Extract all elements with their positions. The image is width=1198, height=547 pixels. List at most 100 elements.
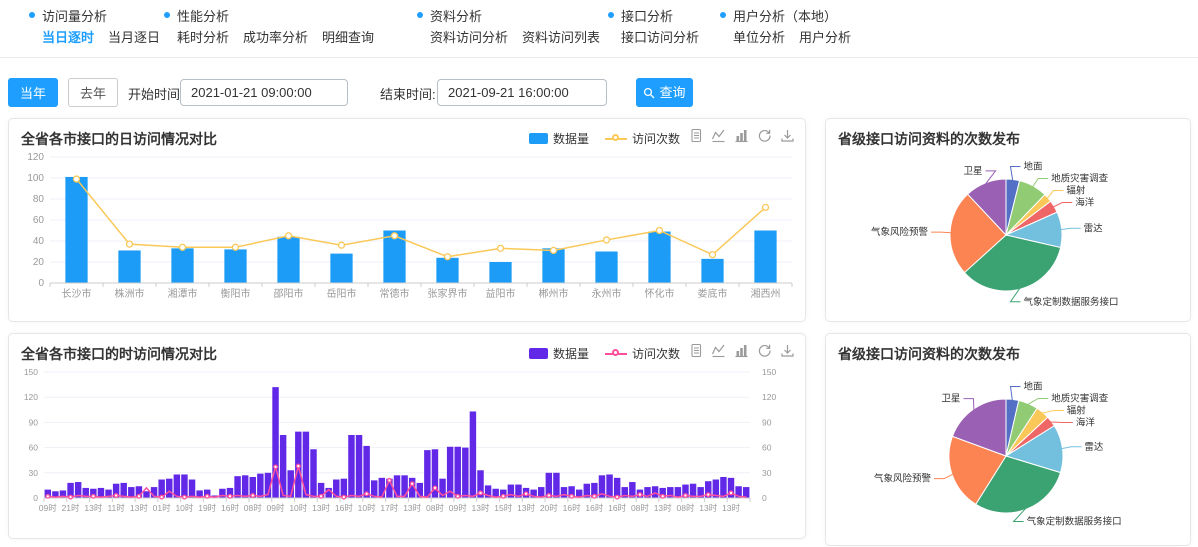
bullet-icon: [608, 12, 614, 18]
svg-text:40: 40: [33, 236, 45, 247]
svg-text:09时: 09时: [39, 503, 57, 513]
nav-group-data: 资料分析 资料访问分析 资料访问列表: [417, 6, 600, 46]
nav-item-daily-month[interactable]: 当月逐日: [108, 27, 160, 46]
nav-group-users: 用户分析（本地） 单位分析 用户分析: [720, 6, 851, 46]
svg-text:09时: 09时: [449, 503, 467, 513]
province-access-pie-chart[interactable]: 地面地质灾害调查辐射海洋雷达气象定制数据服务接口气象风险预警卫星: [826, 147, 1192, 319]
nav-item-interface-access-analysis[interactable]: 接口访问分析: [621, 27, 699, 46]
svg-text:长沙市: 长沙市: [62, 287, 92, 300]
data-view-icon[interactable]: [689, 343, 703, 358]
bar-chart-type-icon[interactable]: [734, 343, 749, 358]
svg-text:娄底市: 娄底市: [698, 287, 728, 300]
daily-chart-panel: 全省各市接口的日访问情况对比 数据量 访问次数 020406080100120长…: [8, 118, 806, 322]
refresh-icon[interactable]: [757, 343, 772, 358]
nav-item-data-access-analysis[interactable]: 资料访问分析: [430, 27, 508, 46]
hourly-bar-line-chart[interactable]: 0030306060909012012015015009时21时13时11时13…: [14, 366, 802, 536]
svg-text:13时: 13时: [654, 503, 672, 513]
svg-text:气象风险预警: 气象风险预警: [871, 226, 929, 238]
line-chart-type-icon[interactable]: [711, 343, 726, 358]
daily-bar-line-chart[interactable]: 020406080100120长沙市株洲市湘潭市衡阳市邵阳市岳阳市常德市张家界市…: [14, 151, 802, 319]
daily-chart-title: 全省各市接口的日访问情况对比: [21, 129, 217, 149]
nav-group-performance: 性能分析 耗时分析 成功率分析 明细查询: [164, 6, 374, 46]
svg-text:卫星: 卫星: [964, 166, 983, 177]
download-icon[interactable]: [780, 128, 795, 143]
svg-text:08时: 08时: [426, 503, 444, 513]
legend-item-visit-count[interactable]: 访问次数: [605, 130, 680, 147]
svg-text:13时: 13时: [699, 503, 717, 513]
legend-item-data-volume[interactable]: 数据量: [529, 345, 589, 362]
legend-item-data-volume[interactable]: 数据量: [529, 130, 589, 147]
hourly-chart-toolbox: [689, 343, 795, 358]
svg-text:08时: 08时: [631, 503, 649, 513]
end-time-input[interactable]: [437, 79, 607, 106]
nav-item-user-analysis[interactable]: 用户分析: [799, 27, 851, 46]
svg-text:气象定制数据服务接口: 气象定制数据服务接口: [1023, 296, 1118, 308]
this-year-button[interactable]: 当年: [8, 78, 58, 107]
svg-text:30: 30: [762, 468, 772, 478]
svg-text:10时: 10时: [358, 503, 376, 513]
nav-item-hourly-today[interactable]: 当日逐时: [42, 27, 94, 46]
svg-text:150: 150: [24, 367, 38, 377]
last-year-button[interactable]: 去年: [68, 78, 118, 107]
svg-text:21时: 21时: [62, 503, 80, 513]
nav-item-unit-analysis[interactable]: 单位分析: [733, 27, 785, 46]
svg-text:0: 0: [762, 493, 767, 503]
nav-item-success-rate[interactable]: 成功率分析: [243, 27, 308, 46]
svg-text:01时: 01时: [153, 503, 171, 513]
download-icon[interactable]: [780, 343, 795, 358]
line-swatch-icon: [605, 133, 627, 144]
pie-panel-top: 省级接口访问资料的次数发布 地面地质灾害调查辐射海洋雷达气象定制数据服务接口气象…: [825, 118, 1191, 322]
hourly-chart-title: 全省各市接口的时访问情况对比: [21, 344, 217, 364]
bullet-icon: [417, 12, 423, 18]
svg-text:常德市: 常德市: [380, 287, 410, 300]
svg-text:10时: 10时: [289, 503, 307, 513]
pie-top-title: 省级接口访问资料的次数发布: [838, 129, 1020, 149]
svg-text:11时: 11时: [107, 503, 125, 513]
start-time-input[interactable]: [180, 79, 348, 106]
legend-label: 数据量: [553, 130, 589, 147]
nav-item-data-access-list[interactable]: 资料访问列表: [522, 27, 600, 46]
bullet-icon: [164, 12, 170, 18]
svg-text:15时: 15时: [494, 503, 512, 513]
hourly-chart-panel: 全省各市接口的时访问情况对比 数据量 访问次数 0030306060909012…: [8, 333, 806, 539]
svg-text:13时: 13时: [403, 503, 421, 513]
province-access-pie-chart[interactable]: 地面地质灾害调查辐射海洋雷达气象定制数据服务接口气象风险预警卫星: [826, 362, 1192, 543]
svg-text:雷达: 雷达: [1084, 441, 1104, 453]
svg-text:地质灾害调查: 地质灾害调查: [1051, 173, 1109, 185]
line-chart-type-icon[interactable]: [711, 128, 726, 143]
svg-text:13时: 13时: [312, 503, 330, 513]
nav-group-interface: 接口分析 接口访问分析: [608, 6, 699, 46]
legend-item-visit-count[interactable]: 访问次数: [605, 345, 680, 362]
svg-text:16时: 16时: [335, 503, 353, 513]
svg-text:60: 60: [29, 443, 39, 453]
svg-text:90: 90: [762, 417, 772, 427]
nav-item-detail-query[interactable]: 明细查询: [322, 27, 374, 46]
svg-text:海洋: 海洋: [1076, 416, 1096, 428]
svg-text:16时: 16时: [563, 503, 581, 513]
daily-chart-toolbox: [689, 128, 795, 143]
svg-text:邵阳市: 邵阳市: [274, 287, 304, 300]
svg-text:08时: 08时: [244, 503, 262, 513]
nav-group-visits: 访问量分析 当日逐时 当月逐日: [29, 6, 160, 46]
search-button-label: 查询: [659, 78, 685, 107]
nav-item-time-cost[interactable]: 耗时分析: [177, 27, 229, 46]
svg-text:永州市: 永州市: [592, 287, 622, 300]
bar-swatch-icon: [529, 348, 548, 359]
svg-text:怀化市: 怀化市: [645, 287, 675, 300]
svg-text:13时: 13时: [472, 503, 490, 513]
bar-chart-type-icon[interactable]: [734, 128, 749, 143]
search-button[interactable]: 查询: [636, 78, 693, 107]
refresh-icon[interactable]: [757, 128, 772, 143]
svg-text:地面: 地面: [1023, 380, 1042, 392]
bullet-icon: [29, 12, 35, 18]
data-view-icon[interactable]: [689, 128, 703, 143]
svg-text:60: 60: [762, 443, 772, 453]
svg-text:地面: 地面: [1023, 161, 1042, 173]
start-time-label: 开始时间:: [128, 84, 184, 103]
nav-group-title: 用户分析（本地）: [733, 6, 837, 25]
svg-text:08时: 08时: [676, 503, 694, 513]
line-swatch-icon: [605, 348, 627, 359]
svg-text:气象风险预警: 气象风险预警: [874, 473, 932, 485]
svg-text:16时: 16时: [608, 503, 626, 513]
svg-text:卫星: 卫星: [941, 394, 960, 405]
